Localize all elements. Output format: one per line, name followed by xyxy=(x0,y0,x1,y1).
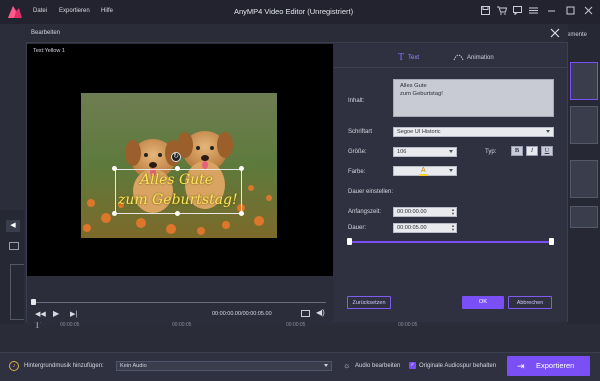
dialog-title: Bearbeiten xyxy=(31,30,61,36)
background-panel-label: emente xyxy=(567,32,588,38)
bold-button[interactable]: B xyxy=(511,146,523,156)
element-thumbnail[interactable] xyxy=(570,160,598,198)
timeline-tick: 00:00:05 xyxy=(398,322,418,328)
spinner-arrows-icon[interactable]: ▲ ▼ xyxy=(451,208,455,216)
timeline-tick: 00:00:05 xyxy=(60,322,80,328)
play-icon[interactable]: ▶ xyxy=(53,309,59,318)
font-label: Schriftart xyxy=(348,129,373,135)
duration-range-track[interactable] xyxy=(349,241,552,243)
type-label: Typ: xyxy=(485,149,497,155)
duration-heading: Dauer einstellen: xyxy=(348,189,394,195)
content-textarea[interactable]: Alles Gute zum Geburtstag! xyxy=(393,79,554,117)
resize-handle[interactable] xyxy=(239,166,244,171)
underline-button[interactable]: U xyxy=(541,146,553,156)
progress-track[interactable] xyxy=(33,302,326,303)
collapse-arrow-icon[interactable]: ◀ xyxy=(6,220,20,232)
step-forward-icon[interactable]: ▶| xyxy=(70,310,77,318)
menu-icon[interactable] xyxy=(528,6,539,17)
timeline-tick: 00:00:05 xyxy=(286,322,306,328)
range-start-handle[interactable] xyxy=(347,238,352,245)
cart-icon[interactable] xyxy=(496,6,507,17)
app-logo-icon xyxy=(8,6,22,18)
duration-input[interactable]: 00:00:05.00 ▲ ▼ xyxy=(393,223,457,233)
resize-handle[interactable] xyxy=(175,166,180,171)
range-end-handle[interactable] xyxy=(549,238,554,245)
element-thumbnail[interactable] xyxy=(570,106,598,144)
duration-value: 00:00:05.00 xyxy=(397,225,427,231)
size-label: Größe: xyxy=(348,149,367,155)
music-select-value: Kein Audio xyxy=(120,363,147,369)
music-note-icon: ♪ xyxy=(9,361,19,371)
chevron-down-icon xyxy=(449,150,453,153)
color-select[interactable]: A xyxy=(393,166,457,176)
track-slot xyxy=(10,264,24,320)
chevron-down-icon xyxy=(324,364,328,367)
color-label: Farbe: xyxy=(348,169,366,175)
cancel-button[interactable]: Abbrechen xyxy=(508,296,552,309)
rotate-icon[interactable]: ↻ xyxy=(171,152,181,162)
menu-exportieren[interactable]: Exportieren xyxy=(59,8,90,14)
ok-button[interactable]: OK xyxy=(462,296,504,309)
start-time-value: 00:00:00.00 xyxy=(397,209,427,215)
resize-handle[interactable] xyxy=(175,211,180,216)
content-label: Inhalt: xyxy=(348,98,365,104)
overlay-text-line1: Alles Gute xyxy=(140,172,214,188)
audio-edit-icon[interactable]: ☼ xyxy=(343,361,352,370)
window-title: AnyMP4 Video Editor (Unregistriert) xyxy=(234,7,354,16)
dialog-header xyxy=(26,24,568,43)
export-icon: ⇥ xyxy=(517,361,525,371)
animation-tab-icon xyxy=(453,52,464,61)
reset-button[interactable]: Zurücksetzen xyxy=(347,296,391,309)
start-time-input[interactable]: 00:00:00.00 ▲ ▼ xyxy=(393,207,457,217)
music-label: Hintergrundmusik hinzufügen: xyxy=(24,363,104,369)
time-display: 00:00:00.00/00:00:05.00 xyxy=(212,311,272,317)
tabs-divider xyxy=(334,67,567,68)
resize-handle[interactable] xyxy=(239,211,244,216)
timeline-tick: 00:00:05 xyxy=(172,322,192,328)
keep-audio-label: Originale Audiospur behalten xyxy=(419,363,497,369)
element-thumbnail[interactable] xyxy=(570,62,598,100)
resize-handle[interactable] xyxy=(112,211,117,216)
screenshot-icon[interactable] xyxy=(301,310,310,317)
menu-datei[interactable]: Datei xyxy=(33,8,47,14)
close-window-icon[interactable] xyxy=(583,6,594,17)
overlay-text-line2: zum Geburtstag! xyxy=(118,192,238,208)
preview-label: Text:Yellow 1 xyxy=(33,48,65,54)
start-time-label: Anfangszeit: xyxy=(348,209,382,215)
media-icon[interactable] xyxy=(9,242,19,250)
menu-hilfe[interactable]: Hilfe xyxy=(101,8,113,14)
color-swatch xyxy=(419,174,428,176)
audio-edit-link[interactable]: Audio bearbeiten xyxy=(355,363,400,369)
music-select[interactable]: Kein Audio xyxy=(116,361,332,371)
duration-label: Dauer: xyxy=(348,225,367,231)
feedback-icon[interactable] xyxy=(512,6,523,17)
export-label: Exportieren xyxy=(536,361,575,370)
volume-icon[interactable]: ◀) xyxy=(316,308,325,317)
size-select[interactable]: 106 xyxy=(393,147,457,157)
timeline xyxy=(0,325,600,351)
text-tab-icon: T xyxy=(398,52,405,63)
maximize-icon[interactable] xyxy=(565,6,576,17)
keep-audio-checkbox[interactable]: ✓ xyxy=(409,362,416,369)
element-thumbnail[interactable] xyxy=(570,206,598,228)
minimize-icon[interactable] xyxy=(546,6,557,17)
italic-button[interactable]: I xyxy=(526,146,538,156)
font-select-value: Segoe UI Historic xyxy=(397,129,441,135)
spinner-arrows-icon[interactable]: ▲ ▼ xyxy=(451,224,455,232)
progress-handle[interactable] xyxy=(31,299,36,305)
export-button[interactable]: ⇥ Exportieren xyxy=(507,356,590,376)
close-icon[interactable] xyxy=(550,28,560,38)
size-select-value: 106 xyxy=(397,149,407,155)
tab-animation[interactable]: Animation xyxy=(467,55,494,61)
resize-handle[interactable] xyxy=(112,166,117,171)
chevron-down-icon xyxy=(546,130,550,133)
chevron-down-icon xyxy=(449,169,453,172)
tab-text[interactable]: Text xyxy=(408,55,419,61)
save-icon[interactable] xyxy=(480,6,491,17)
rewind-icon[interactable]: ◀◀ xyxy=(35,310,46,318)
font-select[interactable]: Segoe UI Historic xyxy=(393,127,554,137)
